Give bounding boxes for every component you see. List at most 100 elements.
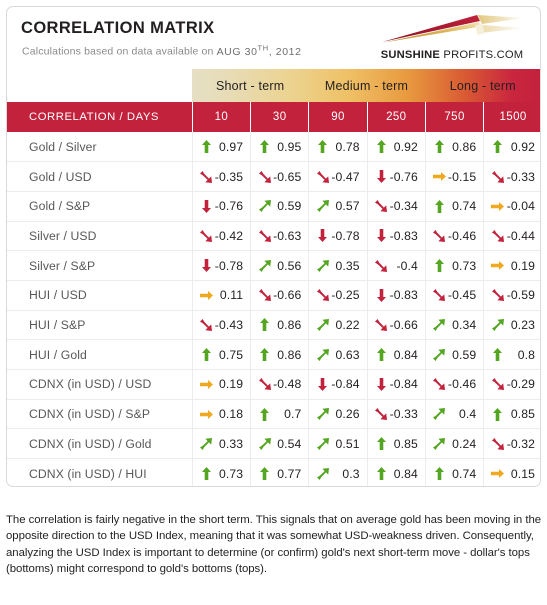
cell-content: 0.84 (368, 459, 425, 486)
row-label: Gold / Silver (7, 132, 193, 163)
correlation-value: 0.84 (393, 466, 418, 481)
correlation-cell: 0.85 (483, 399, 540, 430)
correlation-value: -0.46 (447, 377, 477, 392)
correlation-cell: 0.3 (308, 458, 368, 486)
correlation-cell: 0.84 (367, 458, 426, 486)
correlation-cell: -0.66 (367, 310, 426, 341)
correlation-cell: -0.63 (250, 221, 310, 252)
matrix-card: CORRELATION MATRIX Calculations based on… (6, 6, 541, 487)
trend-down-right-icon (257, 229, 272, 242)
correlation-cell: -0.44 (483, 221, 540, 252)
header-correlation-days: CORRELATION / DAYS (7, 102, 193, 132)
header-col-90: 90 (308, 102, 368, 132)
correlation-cell: 0.57 (308, 191, 368, 222)
correlation-value: -0.34 (389, 199, 418, 214)
correlation-value: 0.34 (452, 317, 477, 332)
table-row: Silver / USD -0.42 -0.63 -0.78 -0.83 -0.46 -0.… (7, 221, 540, 252)
correlation-value: -0.44 (506, 228, 535, 243)
correlation-value: 0.26 (335, 407, 360, 422)
trend-up-icon (432, 140, 447, 154)
trend-up-icon (199, 467, 214, 481)
correlation-value: -0.66 (273, 288, 302, 303)
trend-up-right-icon (199, 437, 214, 450)
cell-content: -0.34 (368, 192, 425, 221)
correlation-value: 0.24 (452, 436, 477, 451)
cell-content: 0.19 (484, 251, 540, 280)
cell-content: 0.24 (426, 429, 483, 458)
trend-right-icon (490, 261, 505, 271)
correlation-value: 0.7 (284, 407, 302, 422)
trend-up-icon (257, 407, 272, 421)
correlation-value: -0.78 (331, 228, 360, 243)
correlation-cell: 0.75 (192, 339, 252, 370)
trend-down-right-icon (432, 289, 447, 302)
correlation-value: 0.63 (335, 347, 360, 362)
trend-up-icon (374, 140, 389, 154)
trend-right-icon (199, 379, 214, 389)
trend-up-icon (257, 318, 272, 332)
correlation-value: -0.48 (273, 377, 302, 392)
correlation-cell: 0.59 (250, 191, 310, 222)
trend-right-icon (490, 469, 505, 479)
row-label: Gold / S&P (7, 191, 193, 222)
correlation-cell: 0.35 (308, 250, 368, 281)
trend-up-right-icon (315, 259, 330, 272)
correlation-cell: -0.78 (192, 250, 252, 281)
correlation-value: -0.29 (506, 377, 535, 392)
correlation-value: 0.78 (335, 139, 360, 154)
trend-down-right-icon (374, 408, 389, 421)
correlation-cell: 0.78 (308, 132, 368, 163)
correlation-value: -0.33 (506, 169, 535, 184)
correlation-value: -0.43 (214, 317, 244, 332)
row-label: Gold / USD (7, 161, 193, 192)
correlation-value: -0.83 (389, 228, 418, 243)
trend-down-right-icon (199, 170, 214, 183)
correlation-cell: -0.29 (483, 369, 540, 400)
cell-content: 0.74 (426, 192, 483, 221)
correlation-value: 0.56 (277, 258, 302, 273)
trend-up-icon (490, 348, 505, 362)
correlation-value: 0.86 (277, 317, 302, 332)
correlation-cell: 0.51 (308, 428, 368, 460)
trend-down-right-icon (490, 437, 505, 450)
correlation-cell: -0.84 (367, 369, 426, 400)
correlation-value: 0.85 (510, 407, 535, 422)
correlation-cell: -0.59 (483, 280, 540, 311)
trend-down-right-icon (257, 378, 272, 391)
sunshine-profits-logo[interactable]: SUNSHINE PROFITS.COM (376, 12, 528, 62)
correlation-cell: -0.47 (308, 161, 368, 192)
correlation-value: -0.25 (331, 288, 360, 303)
correlation-value: 0.35 (335, 258, 360, 273)
table-row: Gold / S&P -0.76 0.59 0.57 -0.34 0.74 -0.04 (7, 191, 540, 222)
cell-content: -0.15 (426, 162, 483, 191)
correlation-cell: 0.92 (483, 132, 540, 163)
cell-content: -0.33 (484, 162, 540, 191)
correlation-cell: -0.32 (483, 428, 540, 460)
correlation-value: 0.19 (218, 377, 244, 392)
correlation-cell: 0.63 (308, 339, 368, 370)
correlation-value: 0.15 (510, 466, 535, 481)
correlation-value: 0.92 (510, 139, 535, 154)
correlation-cell: 0.19 (192, 369, 252, 400)
table-row: HUI / S&P -0.43 0.86 0.22 -0.66 0.34 0.23 (7, 310, 540, 341)
correlation-value: -0.46 (447, 228, 477, 243)
correlation-cell: 0.85 (367, 428, 426, 460)
correlation-value: 0.77 (277, 466, 302, 481)
cell-content: 0.4 (426, 400, 483, 429)
cell-content: 0.95 (251, 132, 308, 161)
correlation-cell: 0.22 (308, 310, 368, 341)
correlation-value: 0.95 (277, 139, 302, 154)
correlation-cell: -0.48 (250, 369, 310, 400)
trend-up-icon (315, 140, 330, 154)
cell-content: 0.18 (193, 400, 250, 429)
correlation-cell: -0.15 (425, 161, 485, 192)
cell-content: 0.73 (426, 251, 483, 280)
correlation-value: 0.18 (218, 407, 244, 422)
correlation-cell: 0.84 (367, 339, 426, 370)
correlation-cell: -0.46 (425, 369, 485, 400)
term-band-short: Short - term (215, 78, 285, 93)
cell-content: 0.54 (251, 429, 308, 458)
trend-up-right-icon (315, 348, 330, 361)
trend-up-icon (374, 437, 389, 451)
trend-up-right-icon (432, 348, 447, 361)
